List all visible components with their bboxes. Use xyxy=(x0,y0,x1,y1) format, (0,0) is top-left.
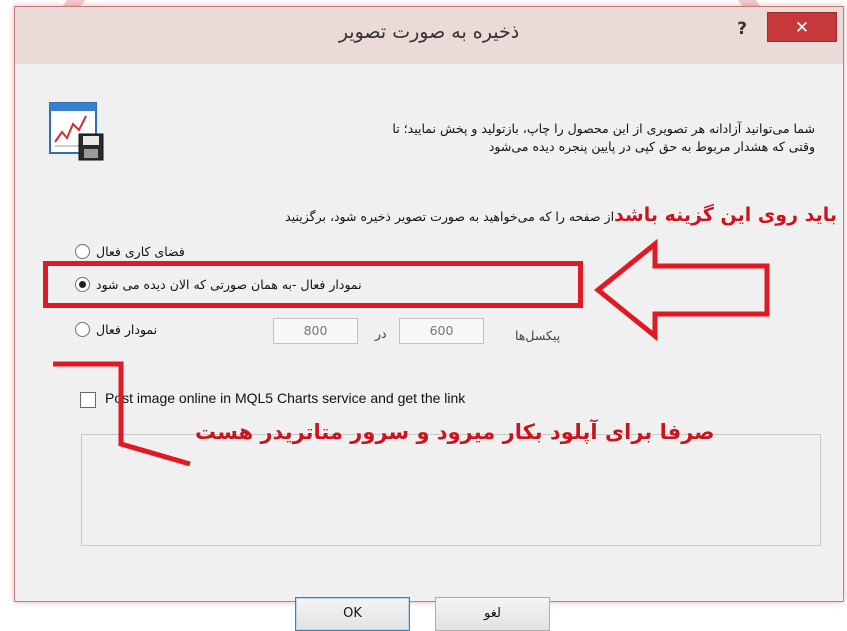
dialog-content: شما می‌توانید آزادانه هر تصویری از این م… xyxy=(15,64,843,631)
cancel-button[interactable]: لغو xyxy=(435,597,550,631)
height-input[interactable]: 800 xyxy=(273,318,358,344)
annotation-top: باید روی این گزینه باشد xyxy=(614,204,837,226)
info-line-2: وقتی که هشدار مربوط به حق کپی در پایین پ… xyxy=(488,139,815,154)
by-label: در xyxy=(375,326,387,341)
help-button[interactable]: ? xyxy=(729,17,755,41)
scope-prompt: باید روی این گزینه باشداز صفحه را که می‌… xyxy=(29,204,837,226)
radio-button[interactable] xyxy=(75,244,90,259)
title-bar: ذخیره به صورت تصویر ? ✕ xyxy=(15,7,843,65)
info-line-1: شما می‌توانید آزادانه هر تصویری از این م… xyxy=(392,121,815,136)
close-button[interactable]: ✕ xyxy=(767,12,837,42)
link-textarea[interactable] xyxy=(81,434,821,546)
radio-label-workspace: فضای کاری فعال xyxy=(96,244,185,259)
save-as-picture-dialog: ذخیره به صورت تصویر ? ✕ شما می‌توانید آز… xyxy=(14,6,844,631)
post-online-checkbox[interactable] xyxy=(80,392,96,408)
radio-option-active-chart[interactable]: نمودار فعال xyxy=(75,322,157,337)
radio-option-workspace[interactable]: فضای کاری فعال xyxy=(75,244,185,259)
prompt-text: از صفحه را که می‌خواهید به صورت تصویر ذخ… xyxy=(285,209,615,224)
annotation-bottom: صرفا برای آپلود بکار میرود و سرور متاتری… xyxy=(195,420,715,444)
radio-button-checked[interactable] xyxy=(75,277,90,292)
width-input[interactable]: 600 xyxy=(399,318,484,344)
radio-label-active-chart-as-is: نمودار فعال -به همان صورتی که الان دیده … xyxy=(96,277,362,292)
annotation-arrow xyxy=(594,238,770,342)
copyright-info-text: شما می‌توانید آزادانه هر تصویری از این م… xyxy=(125,120,815,156)
pixels-label: پیکسل‌ها xyxy=(515,328,561,343)
radio-button[interactable] xyxy=(75,322,90,337)
dialog-title: ذخیره به صورت تصویر xyxy=(338,21,520,43)
ok-button[interactable]: OK xyxy=(295,597,410,631)
radio-label-active-chart: نمودار فعال xyxy=(96,322,158,337)
radio-option-active-chart-as-is[interactable]: نمودار فعال -به همان صورتی که الان دیده … xyxy=(75,277,362,292)
chart-window-save-icon xyxy=(49,102,104,161)
post-online-label[interactable]: Post image online in MQL5 Charts service… xyxy=(105,390,465,406)
